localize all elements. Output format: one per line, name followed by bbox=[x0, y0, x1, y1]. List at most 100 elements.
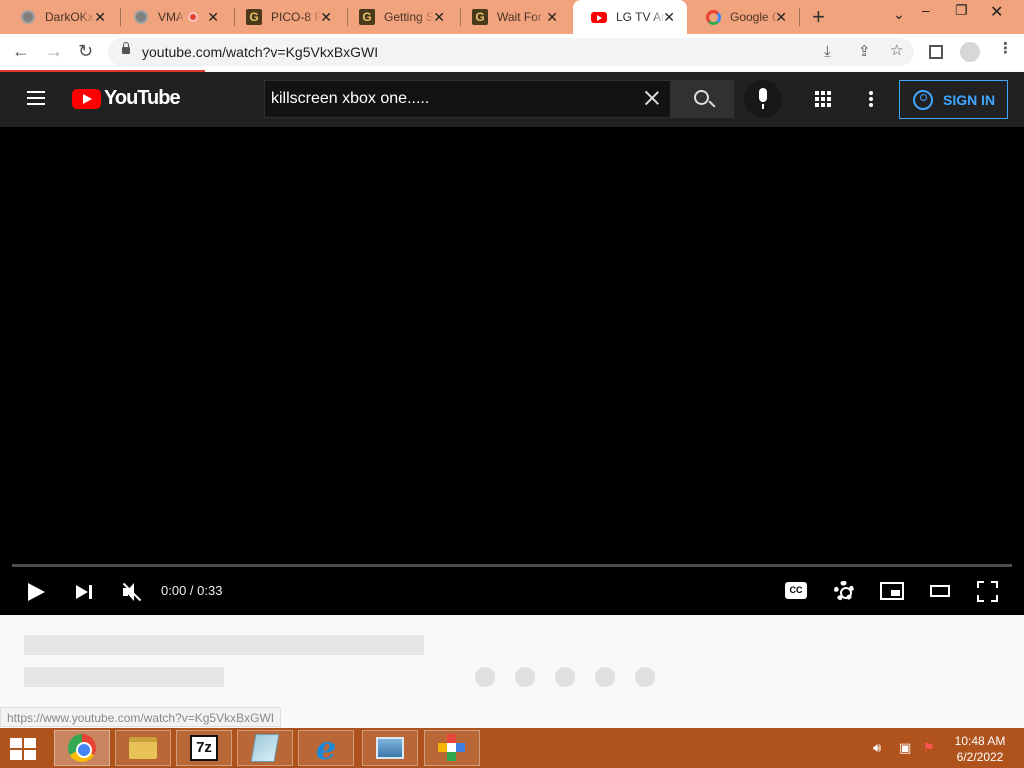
close-tab-icon[interactable]: ✕ bbox=[433, 10, 445, 24]
search-input[interactable] bbox=[265, 81, 670, 117]
share-icon[interactable]: ⇪ bbox=[858, 44, 871, 60]
tab-title: Wait For bbox=[497, 10, 542, 24]
url-text: youtube.com/watch?v=Kg5VkxBxGWI bbox=[142, 44, 379, 60]
menu-icon[interactable] bbox=[27, 91, 45, 105]
microphone-icon bbox=[759, 88, 767, 102]
notepad-icon bbox=[250, 734, 280, 762]
close-tab-icon[interactable]: ✕ bbox=[320, 10, 332, 24]
close-window-button[interactable]: ✕ bbox=[990, 2, 1003, 22]
taskbar-chrome[interactable] bbox=[54, 730, 110, 766]
taskbar-file-explorer[interactable] bbox=[115, 730, 171, 766]
close-tab-icon[interactable]: ✕ bbox=[207, 10, 219, 24]
tab-title: DarkOKx bbox=[45, 10, 94, 24]
recording-icon bbox=[188, 12, 198, 22]
close-tab-icon[interactable]: ✕ bbox=[546, 10, 558, 24]
loading-dot bbox=[595, 667, 615, 687]
chrome-icon bbox=[68, 734, 96, 762]
subtitles-button[interactable]: CC bbox=[785, 582, 807, 599]
minimize-button[interactable]: – bbox=[922, 2, 930, 18]
network-icon[interactable]: ▣ bbox=[899, 740, 911, 756]
globe-icon bbox=[133, 9, 149, 25]
tab-vma[interactable]: VMA ✕ bbox=[115, 0, 231, 34]
play-button[interactable] bbox=[28, 583, 45, 601]
video-player[interactable]: 0:00 / 0:33 CC bbox=[0, 127, 1024, 615]
windows-taskbar: 7z e bbox=[0, 728, 1024, 768]
g-icon: G bbox=[359, 9, 375, 25]
forward-button[interactable]: → bbox=[45, 42, 63, 60]
tab-title: Getting S bbox=[384, 10, 434, 24]
action-center-flag-icon[interactable]: ⚑ bbox=[923, 740, 935, 756]
volume-icon[interactable]: 🔊︎ bbox=[873, 740, 881, 756]
status-bar-url: https://www.youtube.com/watch?v=Kg5VkxBx… bbox=[0, 707, 282, 727]
reload-button[interactable]: ↻ bbox=[78, 42, 93, 60]
time-display: 0:00 / 0:33 bbox=[161, 583, 223, 598]
progress-bar[interactable] bbox=[12, 564, 1012, 567]
loading-dot bbox=[515, 667, 535, 687]
taskbar-notepad[interactable] bbox=[237, 730, 293, 766]
globe-icon bbox=[20, 9, 36, 25]
browser-toolbar: ← → ↻ youtube.com/watch?v=Kg5VkxBxGWI ⤓ … bbox=[0, 34, 1024, 70]
search-button[interactable] bbox=[671, 80, 734, 118]
windows-start-button[interactable] bbox=[10, 738, 38, 760]
restore-button[interactable]: ❐ bbox=[955, 2, 968, 19]
mute-button[interactable] bbox=[121, 581, 143, 603]
search-box[interactable] bbox=[264, 80, 671, 118]
voice-search-button[interactable] bbox=[744, 80, 782, 118]
tab-title: VMA bbox=[158, 10, 184, 24]
taskbar-paint[interactable] bbox=[424, 730, 480, 766]
tab-title: Google C bbox=[730, 10, 780, 24]
tab-separator bbox=[799, 8, 800, 26]
folder-icon bbox=[129, 737, 157, 759]
next-video-button[interactable] bbox=[76, 583, 94, 601]
taskbar-7zip[interactable]: 7z bbox=[176, 730, 232, 766]
g-icon: G bbox=[246, 9, 262, 25]
close-tab-icon[interactable]: ✕ bbox=[94, 10, 106, 24]
miniplayer-button[interactable] bbox=[880, 582, 904, 600]
youtube-icon bbox=[591, 9, 607, 25]
tab-wait-for[interactable]: G Wait For ✕ bbox=[454, 0, 570, 34]
tab-search-icon[interactable]: ⌄ bbox=[893, 6, 905, 23]
tab-strip: DarkOKx ✕ VMA ✕ G PICO-8 F ✕ G Getting S… bbox=[0, 0, 1024, 34]
chrome-menu-icon[interactable]: ⋮ bbox=[998, 41, 1013, 57]
paint-icon bbox=[438, 734, 466, 762]
youtube-logo[interactable]: YouTube bbox=[72, 87, 181, 110]
search-icon bbox=[694, 90, 709, 105]
theater-mode-button[interactable] bbox=[930, 585, 950, 597]
internet-explorer-icon: e bbox=[315, 729, 337, 767]
tab-google[interactable]: Google C ✕ bbox=[687, 0, 799, 34]
fullscreen-button[interactable] bbox=[977, 581, 998, 602]
taskbar-image-viewer[interactable] bbox=[362, 730, 418, 766]
youtube-header: YouTube SIGN IN bbox=[0, 72, 1024, 127]
taskbar-internet-explorer[interactable]: e bbox=[298, 730, 354, 766]
settings-menu-icon[interactable] bbox=[869, 91, 873, 107]
close-tab-icon[interactable]: ✕ bbox=[775, 10, 787, 24]
loading-dot bbox=[635, 667, 655, 687]
install-app-icon[interactable]: ⤓ bbox=[824, 44, 831, 60]
close-tab-icon[interactable]: ✕ bbox=[663, 10, 675, 24]
meta-placeholder bbox=[24, 667, 224, 687]
youtube-wordmark: YouTube bbox=[104, 87, 181, 109]
bookmark-star-icon[interactable]: ☆ bbox=[890, 43, 903, 59]
sign-in-label: SIGN IN bbox=[943, 91, 996, 108]
tab-getting[interactable]: G Getting S ✕ bbox=[341, 0, 457, 34]
address-bar[interactable]: youtube.com/watch?v=Kg5VkxBxGWI ⤓ ⇪ ☆ bbox=[108, 38, 914, 66]
sign-in-button[interactable]: SIGN IN bbox=[899, 80, 1008, 119]
settings-gear-icon[interactable] bbox=[834, 581, 854, 601]
image-viewer-icon bbox=[376, 737, 404, 759]
system-clock[interactable]: 10:48 AM 6/2/2022 bbox=[950, 733, 1010, 765]
tab-darkok[interactable]: DarkOKx ✕ bbox=[2, 0, 118, 34]
youtube-apps-icon[interactable] bbox=[815, 91, 831, 107]
profile-avatar-icon[interactable] bbox=[960, 42, 980, 62]
side-panel-icon[interactable] bbox=[929, 45, 943, 59]
tab-pico8[interactable]: G PICO-8 F ✕ bbox=[228, 0, 344, 34]
loading-dot bbox=[555, 667, 575, 687]
tab-lg-tv[interactable]: LG TV An ✕ bbox=[573, 0, 687, 34]
tab-title: PICO-8 F bbox=[271, 10, 321, 24]
account-icon bbox=[913, 89, 933, 110]
back-button[interactable]: ← bbox=[12, 42, 30, 60]
clock-time: 10:48 AM bbox=[954, 734, 1006, 748]
clear-search-icon[interactable] bbox=[643, 89, 661, 107]
new-tab-button[interactable]: + bbox=[812, 6, 825, 28]
lock-icon[interactable] bbox=[122, 42, 130, 54]
google-icon bbox=[705, 9, 721, 25]
